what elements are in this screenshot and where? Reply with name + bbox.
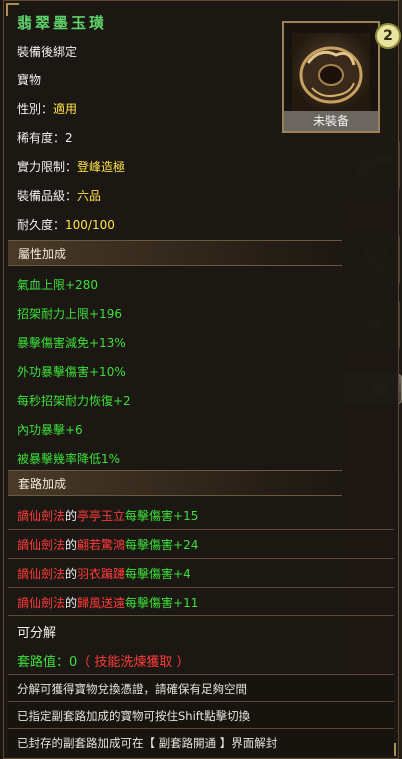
item-tooltip: 翡翠墨玉璜 裝備後綁定 寶物 性別：適用 稀有度：2 實力限制：登峰造極 裝備品… [3,0,401,759]
jade-pendant-icon [292,33,370,115]
durability-label: 耐久度： [17,218,66,232]
attribute-item: 內功暴擊+6 [17,423,83,437]
routine-skill: 翩若驚鴻 [77,538,126,552]
rarity-badge: 2 [375,23,401,49]
routine-value-label: 套路值： [17,655,70,670]
rarity-label: 稀有度： [17,131,66,145]
durability-value: 100/100 [65,218,115,232]
divider [8,529,394,530]
divider [8,674,394,675]
attributes-header: 屬性加成 [8,240,342,266]
routine-of: 的 [65,567,78,581]
routine-school: 謫仙劍法 [17,596,66,610]
attribute-item: 招架耐力上限+196 [17,307,122,321]
routine-item: 謫仙劍法的翩若驚鴻每擊傷害+24 [17,536,198,553]
routine-skill: 歸風送遠 [77,596,126,610]
item-icon-frame: 未裝备 [282,21,380,133]
routine-of: 的 [65,596,78,610]
divider [8,728,394,729]
grade-value: 六品 [77,189,102,203]
power-value: 登峰造極 [77,160,126,174]
routine-item: 謫仙劍法的亭亭玉立每擊傷害+15 [17,507,198,524]
routine-school: 謫仙劍法 [17,509,66,523]
attribute-item: 每秒招架耐力恢復+2 [17,394,131,408]
routine-school: 謫仙劍法 [17,538,66,552]
gender-label: 性別： [17,102,54,116]
durability-row: 耐久度：100/100 [17,216,115,233]
gender-row: 性別：適用 [17,100,77,117]
note-text: 已封存的副套路加成可在【 副套路開通 】界面解封 [17,736,278,750]
divider [8,558,394,559]
note-text: 分解可獲得寶物兌換憑證，請確保有足夠空間 [17,682,247,696]
routine-item: 謫仙劍法的歸風送遠每擊傷害+11 [17,594,198,611]
routine-school: 謫仙劍法 [17,567,66,581]
routine-skill: 羽衣蹁躚 [77,567,126,581]
divider [8,701,394,702]
rarity-row: 稀有度：2 [17,129,73,146]
routine-effect: 每擊傷害+24 [125,538,199,552]
attribute-item: 暴擊傷害減免+13% [17,336,126,350]
grade-row: 裝備品級：六品 [17,187,101,204]
attribute-item: 氣血上限+280 [17,278,98,292]
rarity-value: 2 [65,131,73,145]
grade-label: 裝備品級： [17,189,78,203]
equip-status-caption: 未裝备 [284,111,378,131]
power-label: 實力限制： [17,160,78,174]
routine-of: 的 [65,509,78,523]
routine-effect: 每擊傷害+11 [125,596,199,610]
attribute-item: 被暴擊幾率降低1% [17,452,121,466]
bind-status: 裝備後綁定 [17,45,78,59]
routine-effect: 每擊傷害+15 [125,509,199,523]
routine-skill: 亭亭玉立 [77,509,126,523]
routines-header: 套路加成 [8,470,342,496]
item-title: 翡翠墨玉璜 [17,14,108,32]
decompose-label: 可分解 [17,626,57,641]
divider [8,615,394,616]
routine-value-note: （ 技能洗煉獲取 ） [77,655,190,670]
routine-of: 的 [65,538,78,552]
power-row: 實力限制：登峰造極 [17,158,125,175]
note-text: 已指定副套路加成的寶物可按住Shift點擊切換 [17,709,251,723]
routine-value-row: 套路值：0（ 技能洗煉獲取 ） [17,651,190,670]
attribute-item: 外功暴擊傷害+10% [17,365,126,379]
routine-item: 謫仙劍法的羽衣蹁躚每擊傷害+4 [17,565,191,582]
divider [8,587,394,588]
gender-value: 適用 [53,102,78,116]
routine-effect: 每擊傷害+4 [125,567,191,581]
item-category: 寶物 [17,73,42,87]
